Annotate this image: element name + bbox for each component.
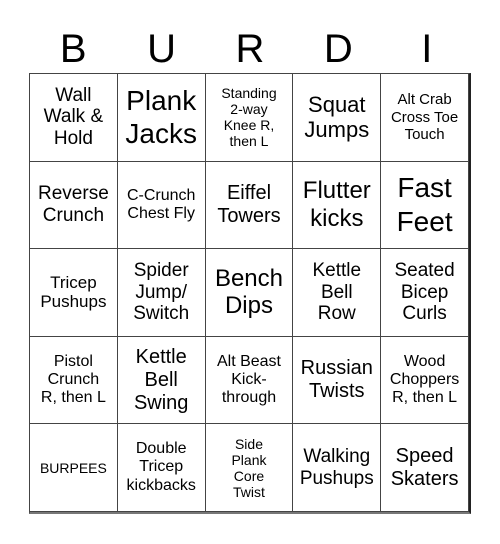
bingo-cell[interactable]: Standing 2-way Knee R, then L — [205, 74, 294, 162]
header-letter-u: U — [147, 27, 177, 71]
bingo-cell[interactable]: Side Plank Core Twist — [205, 424, 294, 512]
bingo-cell[interactable]: Wall Walk & Hold — [30, 74, 118, 162]
bingo-cell[interactable]: Squat Jumps — [293, 74, 382, 162]
bingo-cell[interactable]: Speed Skaters — [381, 424, 469, 512]
header-letter-r: R — [235, 27, 265, 71]
bingo-cell[interactable]: Seated Bicep Curls — [381, 249, 469, 337]
bingo-cell[interactable]: Reverse Crunch — [30, 161, 118, 250]
bingo-cell[interactable]: Wood Choppers R, then L — [381, 336, 469, 425]
bingo-cell[interactable]: Kettle Bell Row — [293, 249, 382, 337]
bingo-cell[interactable]: Bench Dips — [205, 249, 294, 337]
bingo-cell[interactable]: C-Crunch Chest Fly — [117, 161, 206, 250]
bingo-cell[interactable]: Eiffel Towers — [205, 161, 294, 250]
bingo-cell[interactable]: Spider Jump/ Switch — [117, 249, 206, 337]
bingo-cell[interactable]: Alt Crab Cross Toe Touch — [381, 74, 469, 162]
bingo-cell[interactable]: Fast Feet — [381, 161, 469, 250]
bingo-cell[interactable]: Alt Beast Kick- through — [205, 336, 294, 425]
header-letter-d: D — [323, 27, 353, 71]
header-letter-b: B — [59, 27, 87, 71]
bingo-header: B U R D I — [29, 20, 471, 73]
bingo-cell[interactable]: Flutter kicks — [293, 161, 382, 250]
bingo-cell[interactable]: Tricep Pushups — [30, 249, 118, 337]
bingo-cell[interactable]: BURPEES — [30, 424, 118, 512]
bingo-grid: Wall Walk & Hold Plank Jacks Standing 2-… — [29, 73, 471, 514]
bingo-cell[interactable]: Russian Twists — [293, 336, 382, 425]
bingo-cell[interactable]: Double Tricep kickbacks — [117, 424, 206, 512]
bingo-cell[interactable]: Pistol Crunch R, then L — [30, 336, 118, 425]
header-letter-i: I — [421, 27, 433, 71]
bingo-cell[interactable]: Walking Pushups — [293, 424, 382, 512]
bingo-cell[interactable]: Plank Jacks — [117, 74, 206, 162]
bingo-cell[interactable]: Kettle Bell Swing — [117, 336, 206, 425]
